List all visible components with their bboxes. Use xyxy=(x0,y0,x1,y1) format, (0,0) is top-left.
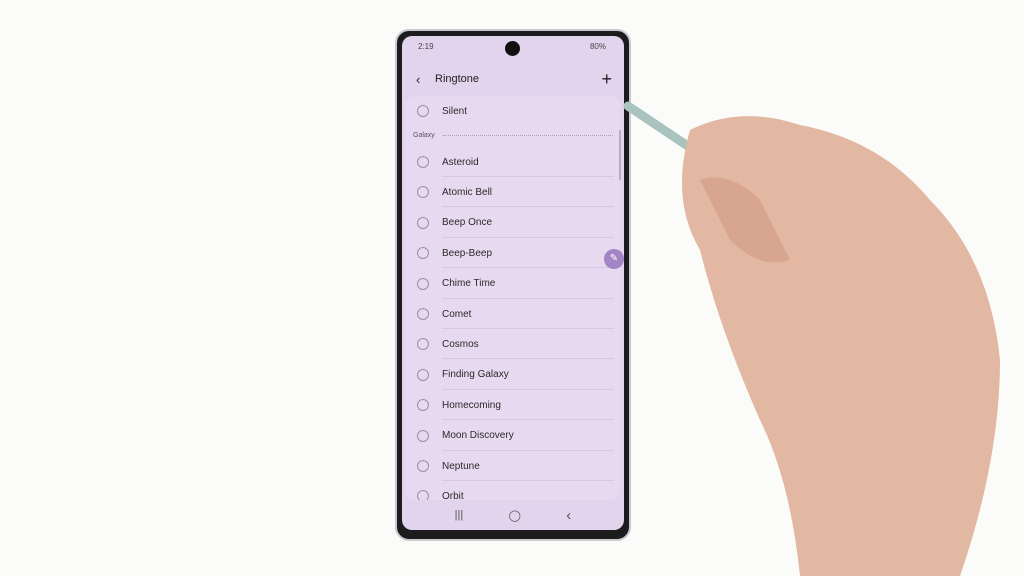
hand-with-stylus xyxy=(623,101,1000,576)
